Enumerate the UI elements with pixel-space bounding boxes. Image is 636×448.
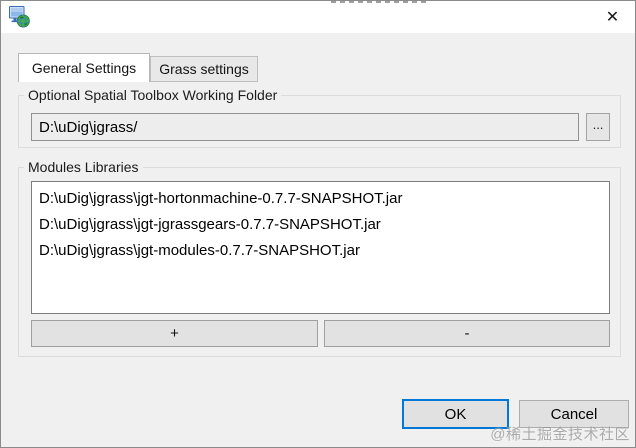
cancel-button[interactable]: Cancel bbox=[519, 400, 629, 428]
ok-button[interactable]: OK bbox=[402, 399, 509, 429]
working-folder-input[interactable] bbox=[31, 113, 579, 141]
close-icon: ✕ bbox=[605, 8, 620, 26]
top-edge-artifact bbox=[331, 1, 427, 3]
settings-dialog-window: ✕ General Settings Grass settings Option… bbox=[0, 0, 636, 448]
computer-globe-icon bbox=[9, 6, 30, 28]
tab-grass-settings-label: Grass settings bbox=[159, 61, 249, 77]
browse-button[interactable]: ... bbox=[586, 113, 610, 141]
tab-general-settings[interactable]: General Settings bbox=[18, 53, 150, 82]
list-item[interactable]: D:\uDig\jgrass\jgt-modules-0.7.7-SNAPSHO… bbox=[32, 238, 609, 264]
close-button[interactable]: ✕ bbox=[590, 1, 635, 32]
working-folder-group-title: Optional Spatial Toolbox Working Folder bbox=[24, 87, 282, 103]
tab-grass-settings[interactable]: Grass settings bbox=[150, 56, 258, 82]
remove-module-button[interactable]: - bbox=[324, 320, 610, 347]
list-item[interactable]: D:\uDig\jgrass\jgt-jgrassgears-0.7.7-SNA… bbox=[32, 212, 609, 238]
add-module-button[interactable]: + bbox=[31, 320, 318, 347]
list-item[interactable]: D:\uDig\jgrass\jgt-hortonmachine-0.7.7-S… bbox=[32, 186, 609, 212]
tab-general-settings-label: General Settings bbox=[31, 60, 137, 76]
modules-listbox[interactable]: D:\uDig\jgrass\jgt-hortonmachine-0.7.7-S… bbox=[31, 181, 610, 314]
modules-group-title: Modules Libraries bbox=[24, 159, 143, 175]
titlebar: ✕ bbox=[1, 1, 635, 33]
